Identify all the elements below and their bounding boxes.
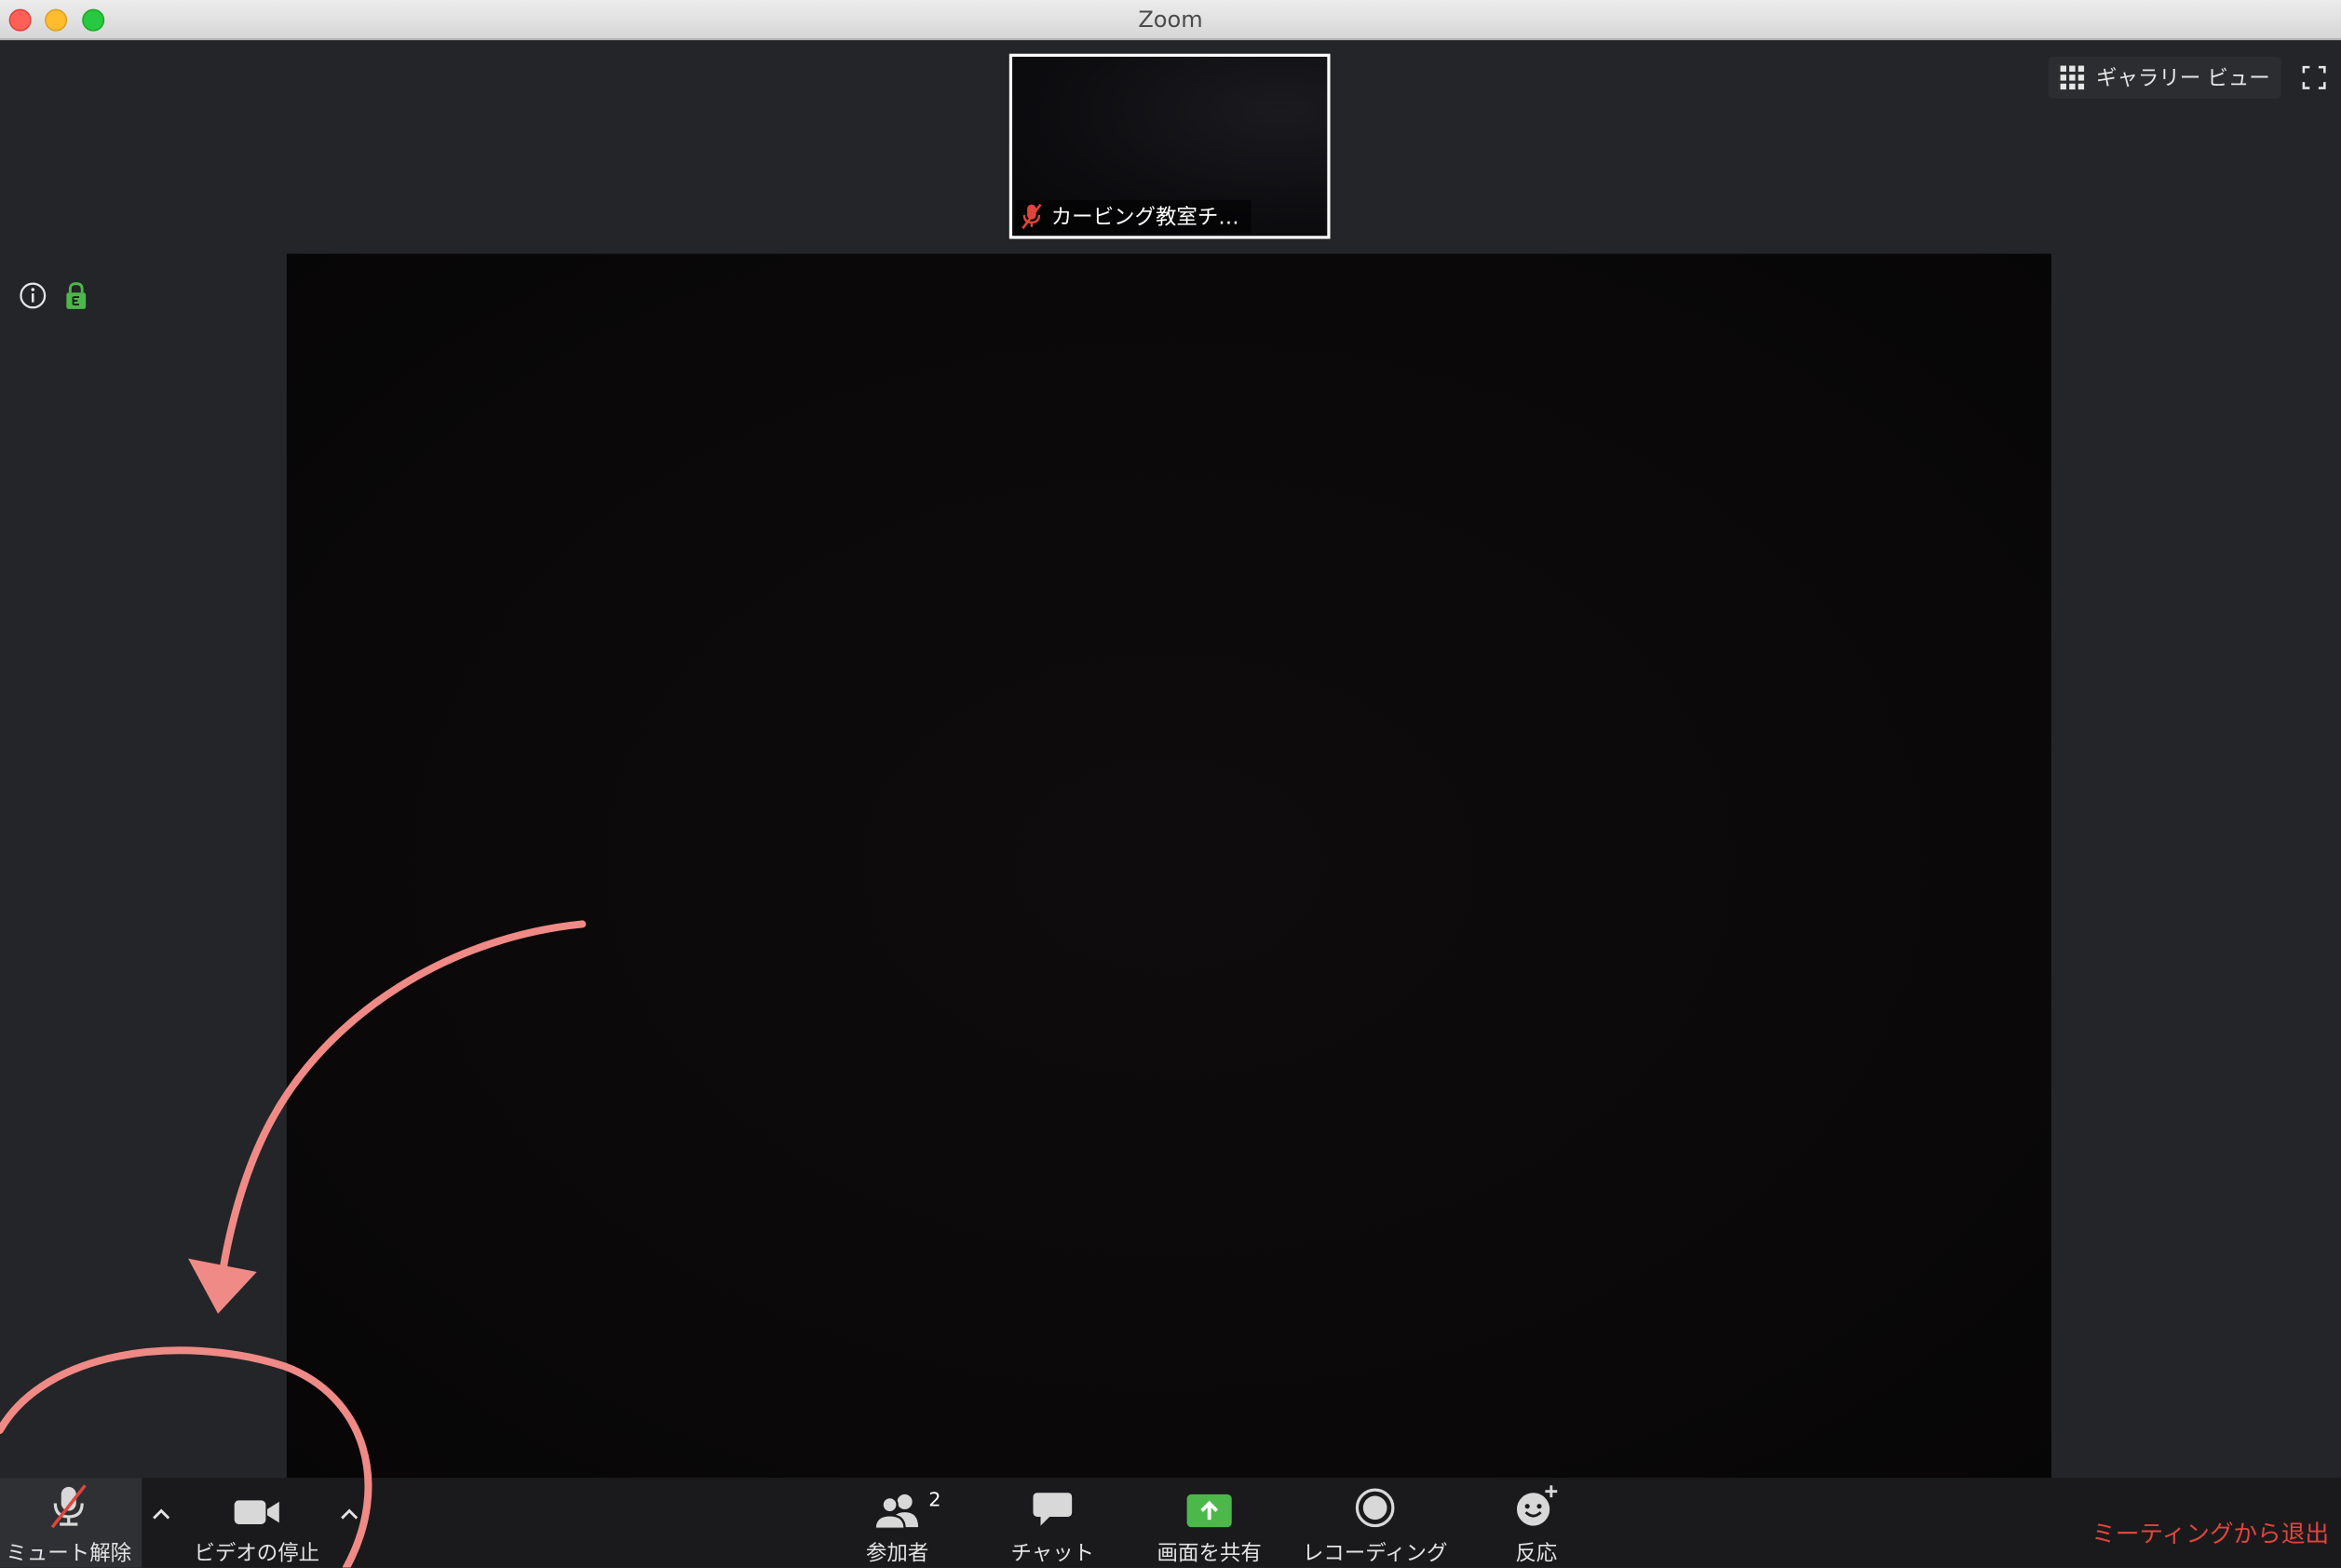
reactions-button[interactable]: 反応 [1499, 1478, 1574, 1567]
participants-label: 参加者 [865, 1542, 929, 1566]
microphone-muted-icon [50, 1484, 87, 1529]
info-icon[interactable] [18, 280, 47, 310]
caret-up-icon[interactable] [337, 1502, 361, 1526]
microphone-muted-icon [1022, 203, 1042, 230]
gallery-view-button[interactable]: ギャラリー ビュー [2048, 56, 2282, 99]
gallery-view-label: ギャラリー ビュー [2096, 67, 2270, 91]
left-margin [0, 253, 287, 1479]
reaction-icon [1516, 1485, 1558, 1526]
chat-label: チャット [1010, 1542, 1095, 1566]
participants-icon [873, 1494, 919, 1529]
stop-video-button[interactable]: ビデオの停止 [183, 1478, 332, 1567]
active-speaker-video [286, 253, 2051, 1479]
participants-count: 2 [928, 1490, 941, 1513]
unmute-label: ミュート解除 [6, 1542, 132, 1566]
title-bar: Zoom [0, 0, 2341, 41]
thumbnail-label: カービング教室チ… [1015, 199, 1252, 234]
record-icon [1355, 1488, 1395, 1528]
stop-video-label: ビデオの停止 [194, 1542, 320, 1566]
zoom-window: Zoom カービング教室チ… ギャラリー ビュー ミュート解除 ビデオの停止 参… [0, 0, 2341, 1568]
participant-thumbnail[interactable]: カービング教室チ… [1008, 53, 1331, 239]
record-label: レコーディング [1302, 1542, 1448, 1566]
reactions-label: 反応 [1515, 1542, 1558, 1566]
right-margin [2050, 253, 2341, 1479]
share-screen-button[interactable]: 画面を共有 [1143, 1478, 1275, 1567]
caret-up-icon[interactable] [149, 1502, 173, 1526]
thumbnail-participant-name: カービング教室チ… [1050, 206, 1239, 230]
share-screen-label: 画面を共有 [1157, 1542, 1262, 1566]
leave-meeting-button[interactable]: ミーティングから退出 [2091, 1514, 2329, 1549]
chat-button[interactable]: チャット [999, 1478, 1106, 1567]
unmute-button[interactable]: ミュート解除 [0, 1478, 146, 1567]
meeting-toolbar: ミュート解除 ビデオの停止 参加者 2 チャット 画面を共有 レコーディング 反… [0, 1478, 2341, 1568]
video-camera-icon [234, 1500, 279, 1524]
gallery-grid-icon [2060, 65, 2085, 90]
record-button[interactable]: レコーディング [1292, 1478, 1456, 1567]
fullscreen-icon[interactable] [2296, 60, 2332, 95]
lock-icon[interactable] [62, 280, 89, 310]
window-title: Zoom [1138, 6, 1203, 34]
share-screen-icon [1186, 1494, 1232, 1528]
chat-icon [1033, 1493, 1073, 1526]
